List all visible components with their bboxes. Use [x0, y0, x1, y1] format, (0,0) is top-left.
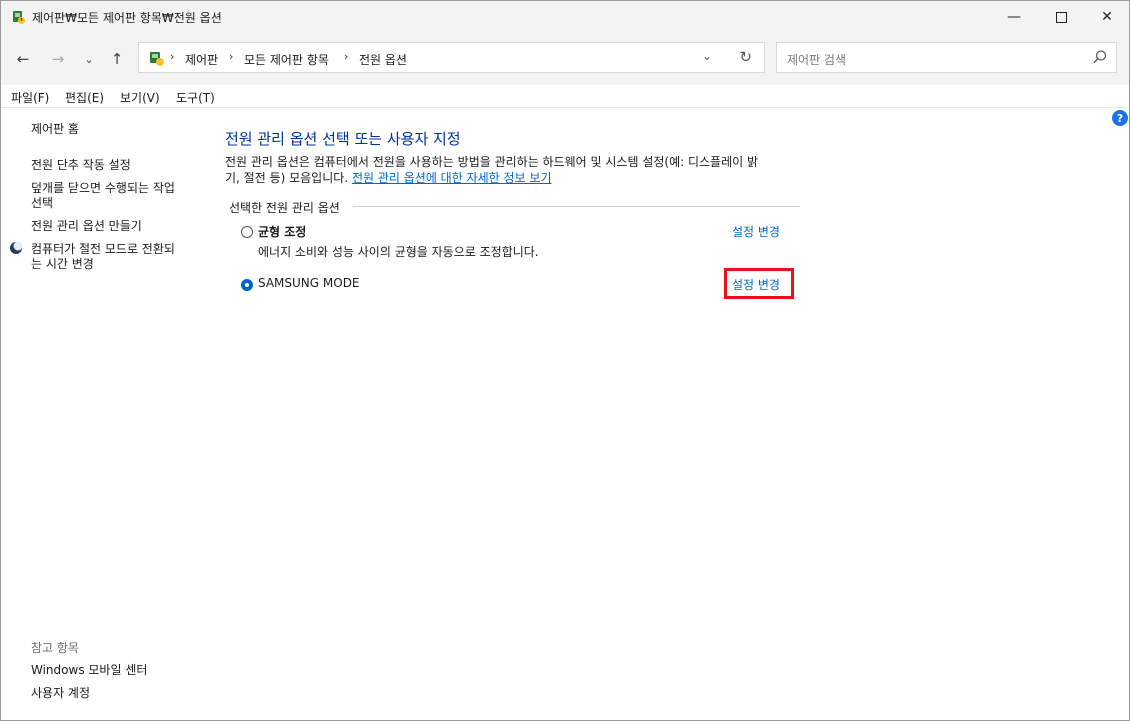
balanced-plan-radio[interactable] [241, 226, 253, 238]
page-title: 전원 관리 옵션 선택 또는 사용자 지정 [225, 130, 461, 148]
title-bar: 제어판₩모든 제어판 항목₩전원 옵션 — ✕ [1, 1, 1129, 33]
navigation-bar: ← → ⌄ ↑ › 제어판 › 모든 제어판 항목 › 전원 옵션 ⌄ ↻ 제어… [1, 33, 1129, 85]
balanced-plan-description: 에너지 소비와 성능 사이의 균형을 자동으로 조정합니다. [258, 245, 539, 259]
sleep-moon-icon [10, 241, 23, 254]
sidebar-sleep-link-cont[interactable]: 는 시간 변경 [31, 257, 94, 272]
back-button[interactable]: ← [11, 47, 35, 71]
see-also-mobility-center-link[interactable]: Windows 모바일 센터 [31, 663, 147, 678]
menu-file[interactable]: 파일(F) [11, 89, 49, 106]
sidebar-create-plan-link[interactable]: 전원 관리 옵션 만들기 [31, 219, 142, 234]
sidebar-home-link[interactable]: 제어판 홈 [31, 122, 79, 137]
maximize-icon [1055, 11, 1067, 23]
maximize-button[interactable] [1038, 1, 1084, 33]
window-title: 제어판₩모든 제어판 항목₩전원 옵션 [32, 11, 222, 25]
search-icon[interactable] [1092, 49, 1108, 65]
address-bar[interactable]: › 제어판 › 모든 제어판 항목 › 전원 옵션 ⌄ ↻ [138, 42, 765, 73]
help-icon[interactable]: ? [1112, 110, 1128, 126]
breadcrumb-power-options[interactable]: 전원 옵션 [359, 51, 407, 68]
menu-tools[interactable]: 도구(T) [176, 89, 215, 106]
address-dropdown-icon[interactable]: ⌄ [702, 49, 712, 63]
menu-view[interactable]: 보기(V) [120, 89, 160, 106]
group-divider [353, 206, 800, 207]
more-info-link[interactable]: 전원 관리 옵션에 대한 자세한 정보 보기 [352, 171, 552, 185]
sidebar-power-button-link[interactable]: 전원 단추 작동 설정 [31, 158, 131, 173]
see-also-user-accounts-link[interactable]: 사용자 계정 [31, 686, 90, 701]
description-line-2: 기, 절전 등) 모음입니다. [225, 171, 349, 185]
breadcrumb-separator: › [170, 50, 175, 63]
description-line-1: 전원 관리 옵션은 컴퓨터에서 전원을 사용하는 방법을 관리하는 하드웨어 및… [225, 155, 759, 169]
power-options-icon [13, 11, 25, 24]
balanced-change-settings-link[interactable]: 설정 변경 [732, 223, 780, 240]
samsung-mode-radio[interactable] [241, 279, 253, 291]
page-description: 전원 관리 옵션은 컴퓨터에서 전원을 사용하는 방법을 관리하는 하드웨어 및… [225, 154, 805, 186]
minimize-button[interactable]: — [991, 1, 1037, 33]
control-panel-icon [150, 52, 164, 66]
breadcrumb-separator: › [229, 50, 234, 63]
samsung-change-settings-link[interactable]: 설정 변경 [732, 276, 780, 293]
selected-plan-group-label: 선택한 전원 관리 옵션 [229, 201, 340, 215]
menu-edit[interactable]: 편집(E) [65, 89, 104, 106]
balanced-plan-name[interactable]: 균형 조정 [258, 223, 306, 240]
sidebar-lid-close-link-cont[interactable]: 선택 [31, 196, 53, 211]
sidebar-sleep-link[interactable]: 컴퓨터가 절전 모드로 전환되 [31, 242, 175, 257]
menu-bar: 파일(F) 편집(E) 보기(V) 도구(T) [1, 85, 1129, 108]
see-also-heading: 참고 항목 [31, 641, 79, 655]
samsung-mode-plan-name[interactable]: SAMSUNG MODE [258, 276, 360, 290]
control-panel-window: 제어판₩모든 제어판 항목₩전원 옵션 — ✕ ← → ⌄ ↑ › 제어판 › … [0, 0, 1130, 721]
breadcrumb-all-items[interactable]: 모든 제어판 항목 [244, 51, 329, 68]
refresh-icon[interactable]: ↻ [739, 48, 752, 66]
recent-locations-button[interactable]: ⌄ [77, 47, 101, 71]
forward-button[interactable]: → [46, 47, 70, 71]
sidebar-lid-close-link[interactable]: 덮개를 닫으면 수행되는 작업 [31, 181, 175, 196]
close-button[interactable]: ✕ [1084, 1, 1129, 33]
breadcrumb-separator: › [344, 50, 349, 63]
breadcrumb-control-panel[interactable]: 제어판 [185, 51, 218, 68]
search-box[interactable]: 제어판 검색 [776, 42, 1117, 73]
search-placeholder: 제어판 검색 [787, 53, 847, 67]
up-button[interactable]: ↑ [105, 47, 129, 71]
